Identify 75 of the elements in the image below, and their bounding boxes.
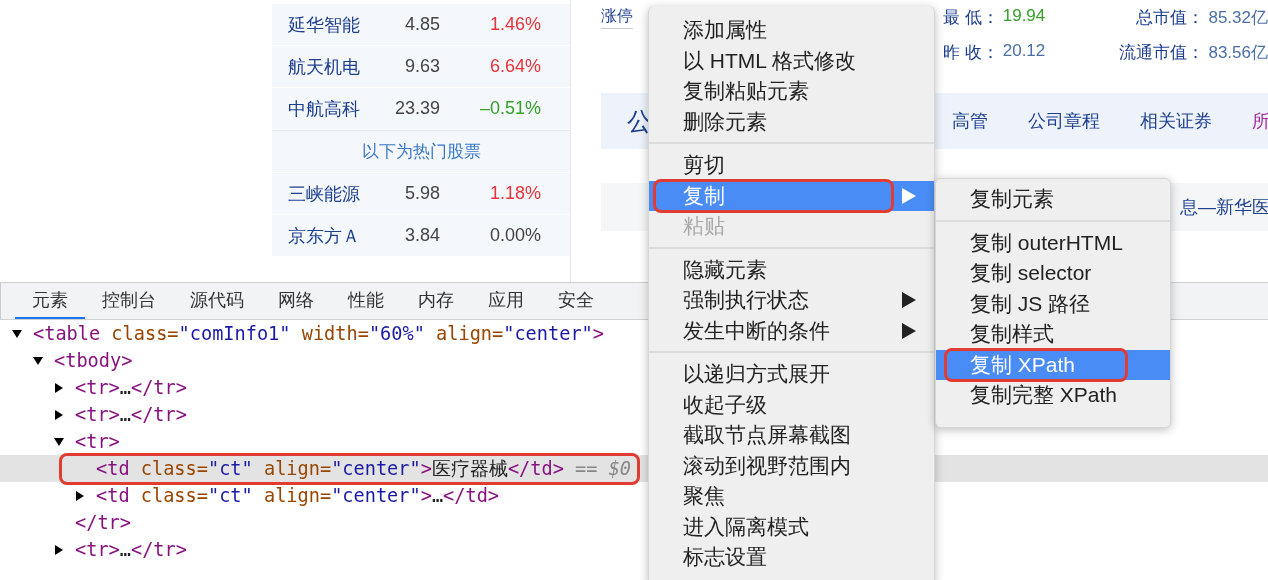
menu-item[interactable]: 进入隔离模式 <box>649 511 934 542</box>
menu-item[interactable]: 聚焦 <box>649 481 934 512</box>
nav-link[interactable]: 相关证券 <box>1140 109 1212 133</box>
menu-item[interactable]: 截取节点屏幕截图 <box>649 420 934 451</box>
menu-item[interactable]: 强制执行状态 <box>649 285 934 316</box>
stat-value: 19.94 <box>1002 6 1046 27</box>
devtools-tab[interactable]: 元素 <box>15 283 85 319</box>
stock-price: 9.63 <box>403 56 440 77</box>
menu-item[interactable]: 复制完整 XPath <box>936 380 1170 411</box>
stat-label: 流通市值： <box>1119 42 1205 64</box>
submenu-arrow-icon[interactable] <box>902 292 916 309</box>
section-heading: 以下为热门股票 <box>361 141 481 163</box>
expanded-triangle-icon[interactable] <box>54 436 64 447</box>
stat-value: 83.56亿 <box>1208 42 1268 64</box>
collapsed-triangle-icon[interactable] <box>75 490 85 501</box>
stock-name-link[interactable]: 航天机电 <box>288 54 388 79</box>
menu-item[interactable]: 以递归方式展开 <box>649 359 934 390</box>
stock-change: 1.18% <box>488 183 541 204</box>
stock-name-link[interactable]: 三峡能源 <box>288 181 388 206</box>
stock-name-link[interactable]: 京东方Ａ <box>288 223 388 248</box>
dom-node-line[interactable]: <tr>…</tr> <box>68 536 194 563</box>
dom-node-line[interactable]: <tr>…</tr> <box>68 374 194 401</box>
menu-item[interactable]: 复制粘贴元素 <box>649 76 934 107</box>
stock-price: 4.85 <box>403 14 440 35</box>
stock-name-link[interactable]: 中航高科 <box>288 96 388 121</box>
devtools-tab[interactable]: 内存 <box>401 283 471 319</box>
stock-price: 23.39 <box>393 98 440 119</box>
menu-item[interactable]: 以 HTML 格式修改 <box>649 45 934 76</box>
stat-value: 20.12 <box>1002 41 1046 62</box>
dom-node-line[interactable]: <tr>…</tr> <box>68 401 194 428</box>
stock-change: 0.00% <box>488 225 541 246</box>
stock-price: 5.98 <box>403 183 440 204</box>
menu-item[interactable]: 滚动到视野范围内 <box>649 450 934 481</box>
devtools-tab[interactable]: 应用 <box>471 283 541 319</box>
stock-change: 1.46% <box>488 14 541 35</box>
stock-change: –0.51% <box>478 98 541 119</box>
dom-node-line[interactable]: </tr> <box>68 509 138 536</box>
stat-label: 总市值： <box>1136 7 1205 29</box>
devtools-tab[interactable]: 网络 <box>261 283 331 319</box>
dom-node-line[interactable]: <tr> <box>68 428 127 455</box>
quote-link[interactable]: 涨停 <box>601 0 633 29</box>
menu-item[interactable]: 收起子级 <box>649 389 934 420</box>
expanded-triangle-icon[interactable] <box>12 328 22 339</box>
dom-node-line[interactable]: <table class="comInfo1" width="60%" align="center"> <box>26 320 611 347</box>
menu-item[interactable]: 标志设置 <box>649 542 934 573</box>
menu-item[interactable]: 复制样式 <box>936 319 1170 350</box>
menu-item[interactable]: 剪切 <box>649 150 934 181</box>
menu-item[interactable]: 复制 outerHTML <box>936 227 1170 258</box>
nav-title: 公 <box>626 105 652 137</box>
devtools-tab[interactable]: 安全 <box>541 283 611 319</box>
menu-item[interactable]: 发生中断的条件 <box>649 315 934 346</box>
collapsed-triangle-icon[interactable] <box>54 544 64 555</box>
nav-link[interactable]: 高管 <box>952 109 988 133</box>
menu-item[interactable]: 复制元素 <box>936 184 1170 215</box>
dom-node-line[interactable]: <td class="ct" align="center">…</td> <box>89 482 507 509</box>
nav-link[interactable]: 公司章程 <box>1028 109 1100 133</box>
stat-value: 85.32亿 <box>1208 7 1268 29</box>
collapsed-triangle-icon[interactable] <box>54 382 64 393</box>
menu-item[interactable]: 添加属性 <box>649 15 934 46</box>
collapsed-triangle-icon[interactable] <box>54 409 64 420</box>
stat-label: 昨 收： <box>943 42 999 64</box>
stock-price: 3.84 <box>403 225 440 246</box>
stock-change: 6.64% <box>488 56 541 77</box>
stat-label: 最 低： <box>943 7 999 29</box>
expanded-triangle-icon[interactable] <box>33 355 43 366</box>
devtools-tab[interactable]: 性能 <box>331 283 401 319</box>
menu-item[interactable]: 隐藏元素 <box>649 254 934 285</box>
menu-item[interactable]: 复制 JS 路径 <box>936 288 1170 319</box>
devtools-tab[interactable]: 源代码 <box>173 283 261 319</box>
devtools-tab[interactable]: 控制台 <box>85 283 173 319</box>
submenu-arrow-icon[interactable] <box>902 322 916 339</box>
menu-item[interactable]: 复制 selector <box>936 258 1170 289</box>
dom-node-line[interactable]: <tbody> <box>47 347 140 374</box>
menu-item[interactable]: 删除元素 <box>649 106 934 137</box>
stock-name-link[interactable]: 延华智能 <box>288 12 388 37</box>
